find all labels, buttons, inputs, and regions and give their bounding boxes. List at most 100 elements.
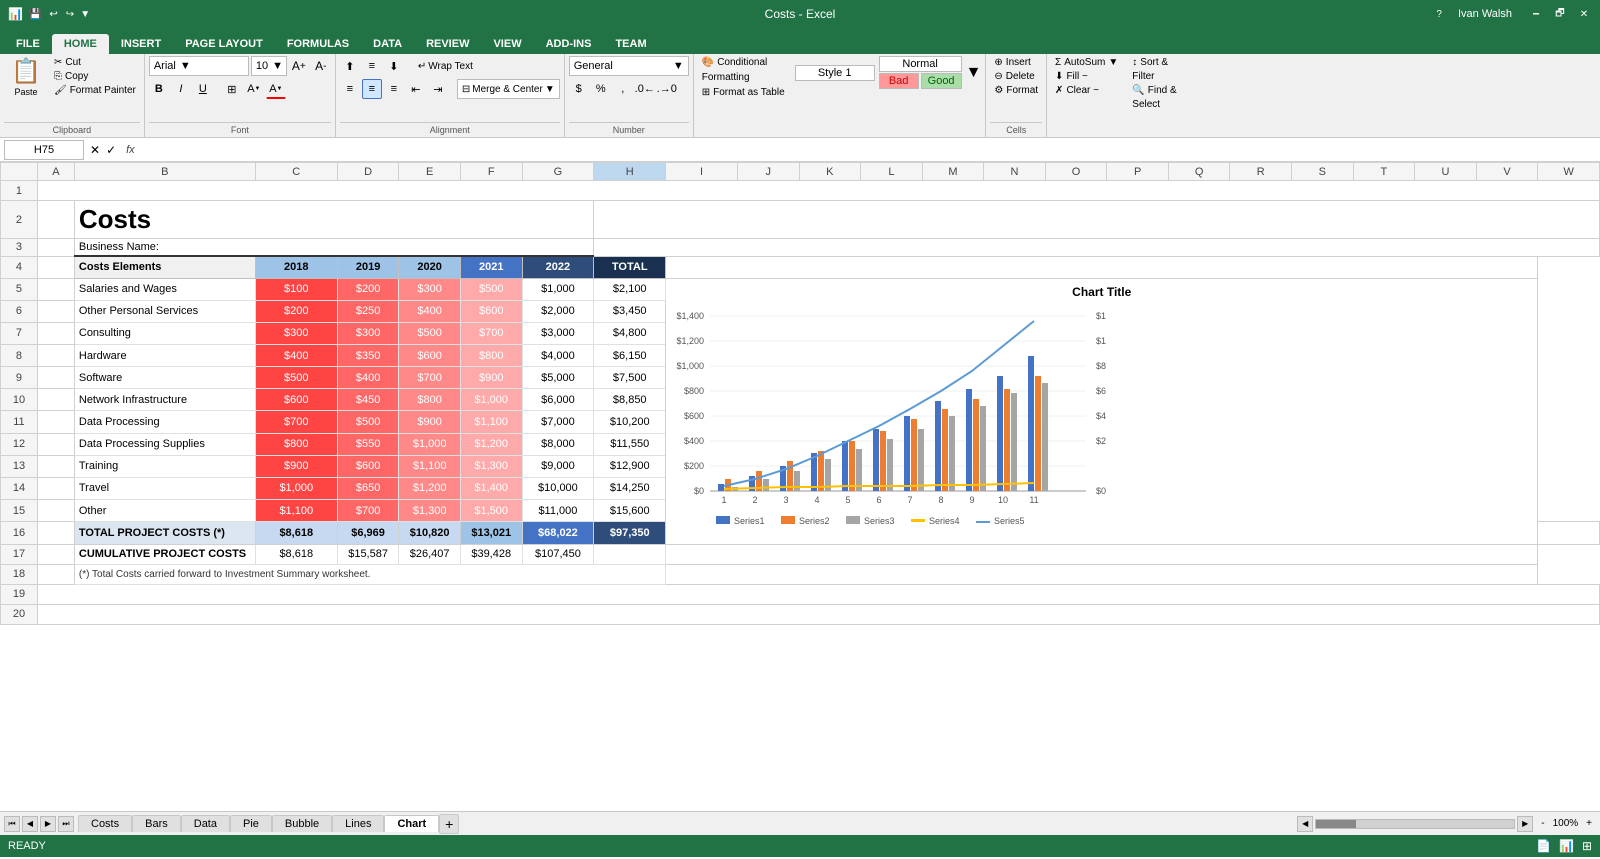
row-11-header[interactable]: 11: [1, 411, 38, 433]
scroll-left-btn[interactable]: ◀: [1297, 816, 1313, 832]
sw-2022[interactable]: $5,000: [522, 367, 594, 389]
row-15-a[interactable]: [37, 500, 74, 522]
cum-total[interactable]: [594, 544, 666, 564]
align-right-button[interactable]: ≡: [384, 79, 404, 99]
tr-total[interactable]: $12,900: [594, 455, 666, 477]
align-center-button[interactable]: ≡: [362, 79, 382, 99]
quick-access-redo[interactable]: ↪: [66, 9, 74, 20]
row-3-rest[interactable]: [594, 239, 1600, 257]
con-2022[interactable]: $3,000: [522, 322, 594, 344]
total-header[interactable]: TOTAL: [594, 256, 666, 278]
col-u-header[interactable]: U: [1415, 163, 1477, 181]
zoom-out-btn[interactable]: -: [1541, 818, 1544, 829]
cum-2022[interactable]: $107,450: [522, 544, 594, 564]
increase-decimal-button[interactable]: .→0: [657, 79, 677, 99]
con-2019[interactable]: $300: [337, 322, 399, 344]
add-sheet-button[interactable]: +: [439, 814, 459, 834]
other-label[interactable]: Other: [74, 500, 255, 522]
hw-2018[interactable]: $400: [255, 344, 337, 366]
row-13-a[interactable]: [37, 455, 74, 477]
hw-2021[interactable]: $800: [460, 344, 522, 366]
dp-supplies-label[interactable]: Data Processing Supplies: [74, 433, 255, 455]
sw-2018[interactable]: $500: [255, 367, 337, 389]
underline-button[interactable]: U: [193, 79, 213, 99]
decrease-font-button[interactable]: A-: [311, 56, 331, 76]
align-middle-button[interactable]: ≡: [362, 56, 382, 76]
increase-indent-button[interactable]: ⇥: [428, 79, 448, 99]
tr-2020[interactable]: $1,100: [399, 455, 461, 477]
ni-2020[interactable]: $800: [399, 389, 461, 411]
font-name-dropdown[interactable]: Arial ▼: [149, 56, 249, 76]
tab-review[interactable]: REVIEW: [414, 34, 481, 54]
ot-total[interactable]: $15,600: [594, 500, 666, 522]
sw-2019[interactable]: $400: [337, 367, 399, 389]
number-format-dropdown[interactable]: General ▼: [569, 56, 689, 76]
row-5-a[interactable]: [37, 278, 74, 300]
sort-filter-button[interactable]: ↕ Sort &: [1128, 56, 1180, 69]
year-2021-header[interactable]: 2021: [460, 256, 522, 278]
copy-button[interactable]: ⎘ Copy: [50, 70, 140, 83]
col-q-header[interactable]: Q: [1168, 163, 1230, 181]
dp-2018[interactable]: $700: [255, 411, 337, 433]
ops-2021[interactable]: $600: [460, 300, 522, 322]
tab-view[interactable]: VIEW: [481, 34, 533, 54]
restore-btn[interactable]: 🗗: [1552, 6, 1568, 22]
find-select-button[interactable]: 🔍 Find &: [1128, 84, 1180, 97]
con-2021[interactable]: $700: [460, 322, 522, 344]
quick-access-customize[interactable]: ▼: [80, 9, 90, 20]
dps-2018[interactable]: $800: [255, 433, 337, 455]
year-2019-header[interactable]: 2019: [337, 256, 399, 278]
ops-2020[interactable]: $400: [399, 300, 461, 322]
dp-2021[interactable]: $1,100: [460, 411, 522, 433]
row-16-a[interactable]: [37, 522, 74, 544]
col-k-header[interactable]: K: [799, 163, 861, 181]
format-table-button[interactable]: ⊞ Format as Table: [698, 86, 789, 99]
con-total[interactable]: $4,800: [594, 322, 666, 344]
row-3-a[interactable]: [37, 239, 74, 257]
tv-2021[interactable]: $1,400: [460, 477, 522, 499]
con-2020[interactable]: $500: [399, 322, 461, 344]
format-painter-button[interactable]: 🖌 Format Painter: [50, 84, 140, 97]
other-personal-label[interactable]: Other Personal Services: [74, 300, 255, 322]
quick-access-undo[interactable]: ↩: [49, 9, 57, 20]
ops-total[interactable]: $3,450: [594, 300, 666, 322]
ops-2022[interactable]: $2,000: [522, 300, 594, 322]
total-2020[interactable]: $10,820: [399, 522, 461, 544]
sw-total[interactable]: $7,500: [594, 367, 666, 389]
dp-2022[interactable]: $7,000: [522, 411, 594, 433]
bold-button[interactable]: B: [149, 79, 169, 99]
col-v-header[interactable]: V: [1476, 163, 1538, 181]
tab-file[interactable]: FILE: [4, 34, 52, 54]
tab-data[interactable]: DATA: [361, 34, 414, 54]
tab-page-layout[interactable]: PAGE LAYOUT: [173, 34, 275, 54]
ni-total[interactable]: $8,850: [594, 389, 666, 411]
cut-button[interactable]: ✂ Cut: [50, 56, 140, 69]
sheet-nav-last[interactable]: ⏭: [58, 816, 74, 832]
ni-2022[interactable]: $6,000: [522, 389, 594, 411]
close-btn[interactable]: ✕: [1576, 6, 1592, 22]
col-j-header[interactable]: J: [737, 163, 799, 181]
border-button[interactable]: ⊞: [222, 79, 242, 99]
year-2022-header[interactable]: 2022: [522, 256, 594, 278]
comma-button[interactable]: ,: [613, 79, 633, 99]
row-7-a[interactable]: [37, 322, 74, 344]
tv-total[interactable]: $14,250: [594, 477, 666, 499]
formula-input[interactable]: [143, 140, 1596, 160]
row-8-a[interactable]: [37, 344, 74, 366]
sheet-tab-data[interactable]: Data: [181, 815, 230, 832]
title-cell[interactable]: Costs: [74, 201, 593, 239]
col-b-header[interactable]: B: [74, 163, 255, 181]
ni-2019[interactable]: $450: [337, 389, 399, 411]
decrease-decimal-button[interactable]: .0←: [635, 79, 655, 99]
col-g-header[interactable]: G: [522, 163, 594, 181]
row-2-a[interactable]: [37, 201, 74, 239]
dp-total[interactable]: $10,200: [594, 411, 666, 433]
fill-color-button[interactable]: A▼: [244, 79, 264, 99]
salaries-2022[interactable]: $1,000: [522, 278, 594, 300]
costs-elements-header[interactable]: Costs Elements: [74, 256, 255, 278]
row-4-a[interactable]: [37, 256, 74, 278]
row-6-header[interactable]: 6: [1, 300, 38, 322]
tv-2018[interactable]: $1,000: [255, 477, 337, 499]
autosum-button[interactable]: Σ AutoSum ▼: [1051, 56, 1122, 69]
row-14-a[interactable]: [37, 477, 74, 499]
